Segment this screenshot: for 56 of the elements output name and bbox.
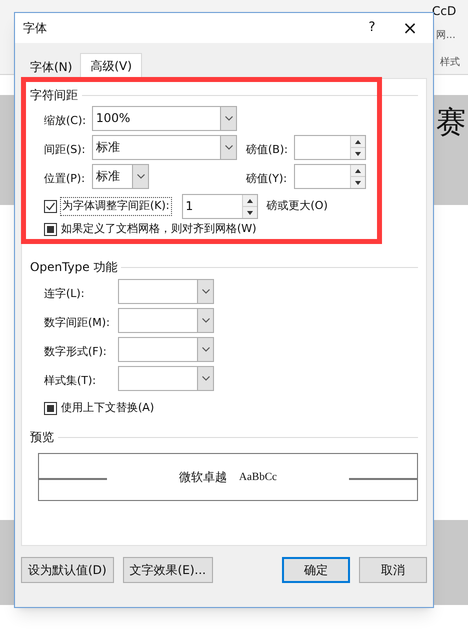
position-dropdown[interactable]: 标准 xyxy=(92,164,149,189)
dialog-button[interactable]: 确定 xyxy=(282,557,350,583)
help-button[interactable]: ? xyxy=(357,13,387,43)
field-label: 连字(L): xyxy=(44,286,84,300)
field-label: 样式集(T): xyxy=(44,374,96,386)
dropdown[interactable] xyxy=(118,366,214,391)
scale-dropdown[interactable]: 100% xyxy=(92,106,237,131)
chevron-down-icon xyxy=(202,347,210,352)
spin-field[interactable] xyxy=(294,135,366,160)
window-title: 字体 xyxy=(23,20,48,37)
dialog-button[interactable]: 文字效果(E)... xyxy=(122,557,213,583)
chevron-down-icon xyxy=(224,116,232,121)
document-text: 赛 xyxy=(436,104,466,142)
tab[interactable]: 高级(V) xyxy=(80,53,142,78)
dialog-button[interactable]: 设为默认值(D) xyxy=(21,557,114,583)
section-title: 字符间距 xyxy=(30,87,78,104)
dropdown[interactable] xyxy=(118,337,214,362)
checkbox-label: 使用上下文替换(A) xyxy=(61,400,154,416)
preview-text: 微软卓越 xyxy=(179,469,228,486)
field-label: 数字间距(M): xyxy=(44,316,110,328)
chevron-down-icon xyxy=(136,174,144,179)
dialog-button[interactable]: 取消 xyxy=(359,557,427,583)
style-sample: CcD xyxy=(431,4,456,18)
style-caption: 网... xyxy=(436,29,456,43)
field-label: 位置(P): xyxy=(44,172,85,184)
down-arrow-icon xyxy=(355,152,361,156)
preview-text: AaBbCc xyxy=(239,470,277,485)
up-arrow-icon xyxy=(355,140,361,144)
chevron-down-icon xyxy=(202,289,210,294)
spacing-dropdown[interactable]: 标准 xyxy=(92,135,237,160)
dropdown[interactable] xyxy=(118,308,214,333)
styles-label: 样式 xyxy=(440,56,460,70)
checkbox[interactable] xyxy=(44,402,57,414)
dropdown[interactable] xyxy=(118,279,214,304)
section-title: OpenType 功能 xyxy=(30,259,118,276)
checkbox-label: 如果定义了文档网格，则对齐到网格(W) xyxy=(61,220,256,237)
checkbox[interactable] xyxy=(44,200,57,213)
field-label: 数字形式(F): xyxy=(44,344,107,358)
down-arrow-icon xyxy=(355,180,361,184)
chevron-down-icon xyxy=(202,376,210,381)
field-label: 磅值(B): xyxy=(246,142,288,156)
field-label: 磅或更大(O) xyxy=(266,198,328,214)
checkbox[interactable] xyxy=(44,222,57,236)
close-button[interactable]: × xyxy=(387,13,433,43)
section-title: 预览 xyxy=(30,429,54,446)
checkbox-label: 为字体调整字间距(K): xyxy=(60,197,172,216)
field-label: 磅值(Y): xyxy=(246,172,288,184)
chevron-down-icon xyxy=(224,145,232,150)
chevron-down-icon xyxy=(202,318,210,323)
down-arrow-icon xyxy=(246,210,253,214)
field-label: 缩放(C): xyxy=(44,114,86,126)
spin-field[interactable] xyxy=(294,164,366,189)
field-label: 间距(S): xyxy=(44,142,86,156)
up-arrow-icon xyxy=(355,168,361,172)
spin-field[interactable]: 1 xyxy=(182,194,258,219)
up-arrow-icon xyxy=(246,198,253,202)
